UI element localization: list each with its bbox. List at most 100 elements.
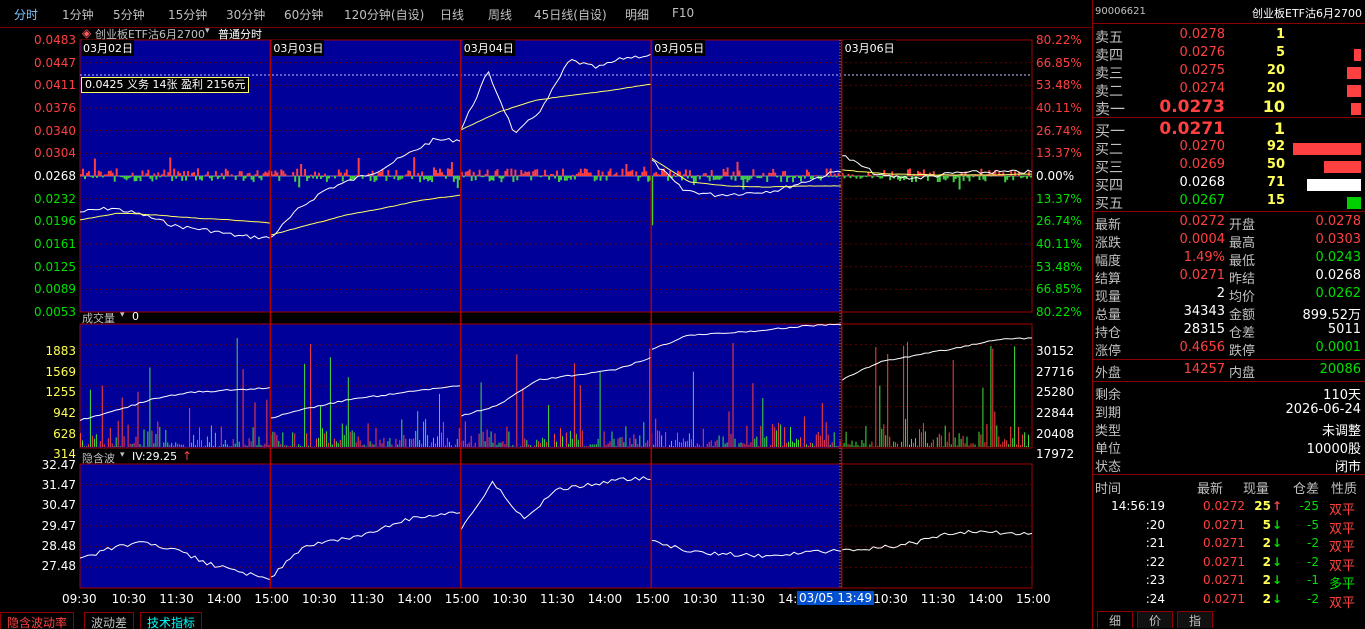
updown-bar [835, 176, 838, 178]
tab-indicators[interactable]: 技术指标 [140, 612, 203, 629]
updown-bar [686, 176, 689, 179]
stat-value: 0.0001 [1315, 340, 1362, 355]
volume-bar [780, 424, 782, 447]
volume-bar [266, 399, 268, 447]
side-tab[interactable]: 价 [1137, 611, 1173, 628]
volume-bar [331, 444, 333, 447]
updown-bar [369, 176, 372, 181]
trade-price: 0.0271 [1203, 536, 1245, 550]
bid-label: 买一 [1095, 122, 1126, 140]
volume-bar [819, 435, 821, 447]
trade-row[interactable]: :20 0.0271 5 ↓ -5 双平 [1093, 518, 1365, 537]
quote-header: 90006621 创业板ETF沽6月2700 [1093, 0, 1365, 24]
volume-bar [474, 442, 476, 447]
iv-chevron-icon[interactable]: ▾ [120, 450, 125, 460]
bid-volume: 1 [1273, 119, 1285, 138]
volume-bar [204, 445, 206, 447]
volume-bar [675, 439, 676, 447]
bid-price: 0.0271 [1159, 119, 1225, 139]
chevron-down-icon[interactable]: ▾ [205, 26, 210, 36]
side-tab[interactable]: 细 [1097, 611, 1133, 628]
updown-bar [1004, 176, 1007, 183]
updown-bar [131, 172, 134, 176]
stat-value: 34343 [1183, 304, 1225, 319]
updown-bar [833, 173, 836, 176]
volume-bar [716, 439, 718, 447]
stat-label: 涨跌 [1095, 236, 1122, 251]
info-value: 闭市 [1334, 460, 1361, 475]
trade-row[interactable]: :24 0.0271 2 ↓ -2 双平 [1093, 592, 1365, 611]
volume-bar [1012, 438, 1014, 447]
bid-row[interactable]: 买三 0.0269 50 [1093, 157, 1365, 176]
updown-bar [216, 176, 219, 180]
ask-row[interactable]: 卖一 0.0273 10 [1093, 97, 1365, 118]
volume-bar [201, 440, 202, 447]
updown-bar [173, 168, 176, 176]
trade-row[interactable]: :21 0.0271 2 ↓ -2 双平 [1093, 536, 1365, 555]
volume-bar [706, 444, 708, 447]
volume-chevron-icon[interactable]: ▾ [120, 310, 125, 320]
bid-row[interactable]: 买四 0.0268 71 [1093, 175, 1365, 194]
updown-bar [1026, 176, 1028, 179]
ask-row[interactable]: 卖二 0.0274 20 [1093, 81, 1365, 100]
updown-bar [855, 176, 858, 179]
ask-row[interactable]: 卖四 0.0276 5 [1093, 45, 1365, 64]
bid-row[interactable]: 买五 0.0267 15 [1093, 193, 1365, 212]
updown-bar [252, 176, 255, 182]
volume-bar [444, 445, 446, 447]
trade-row[interactable]: :22 0.0271 2 ↓ -2 双平 [1093, 555, 1365, 574]
iv-title[interactable]: 隐含波 [82, 450, 115, 466]
volume-title[interactable]: 成交量 [82, 310, 115, 326]
pct-tick: 80.22% [1036, 305, 1082, 319]
updown-bar [546, 174, 549, 176]
ask-row[interactable]: 卖五 0.0278 1 [1093, 27, 1365, 46]
time-tick: 11:30 [540, 592, 575, 606]
updown-bar [450, 162, 453, 176]
updown-bar [851, 174, 854, 176]
price-tick: 0.0376 [34, 101, 76, 115]
trade-row[interactable]: 14:56:19 0.0272 25 ↑ -25 双平 [1093, 499, 1365, 518]
updown-bar [448, 169, 451, 176]
updown-bar [581, 173, 584, 176]
volume-bar [84, 446, 85, 447]
volume-bar [113, 446, 115, 447]
updown-bar [274, 170, 277, 176]
bid-row[interactable]: 买二 0.0270 92 [1093, 139, 1365, 158]
tab-vol-diff[interactable]: 波动差 [84, 612, 135, 629]
updown-bar [542, 175, 545, 176]
stat-value: 5011 [1327, 322, 1361, 337]
ask-row[interactable]: 卖三 0.0275 20 [1093, 63, 1365, 82]
volume-bar [1020, 445, 1022, 447]
bid-row[interactable]: 买一 0.0271 1 [1093, 119, 1365, 140]
volume-bar [556, 441, 557, 447]
volume-bar [677, 432, 678, 447]
chart-mode[interactable]: 普通分时 [218, 26, 262, 42]
updown-bar [343, 172, 346, 176]
side-tab[interactable]: 指 [1177, 611, 1213, 628]
updown-bar [837, 172, 840, 176]
volume-bar [829, 445, 831, 447]
updown-bar [720, 176, 723, 179]
oi-tick: 20408 [1036, 426, 1075, 441]
updown-bar [748, 176, 751, 181]
updown-bar [978, 176, 981, 180]
volume-bar [839, 440, 841, 447]
volume-bar [395, 438, 397, 447]
updown-bar [240, 171, 243, 176]
updown-bar [143, 176, 146, 177]
updown-bar [847, 173, 850, 176]
updown-bar [730, 176, 733, 180]
trade-row[interactable]: :23 0.0271 2 ↓ -1 多平 [1093, 573, 1365, 592]
updown-bar [179, 173, 182, 176]
tab-iv[interactable]: 隐含波动率 [0, 612, 75, 629]
volume-bar [938, 433, 940, 447]
volume-bar [318, 437, 319, 447]
updown-bar [621, 168, 624, 176]
updown-bar [752, 169, 755, 176]
updown-bar [740, 176, 743, 180]
volume-bar [823, 439, 825, 447]
updown-bar [133, 176, 136, 182]
updown-bar [153, 173, 156, 176]
updown-bar [407, 170, 410, 176]
volume-bar [484, 441, 486, 447]
